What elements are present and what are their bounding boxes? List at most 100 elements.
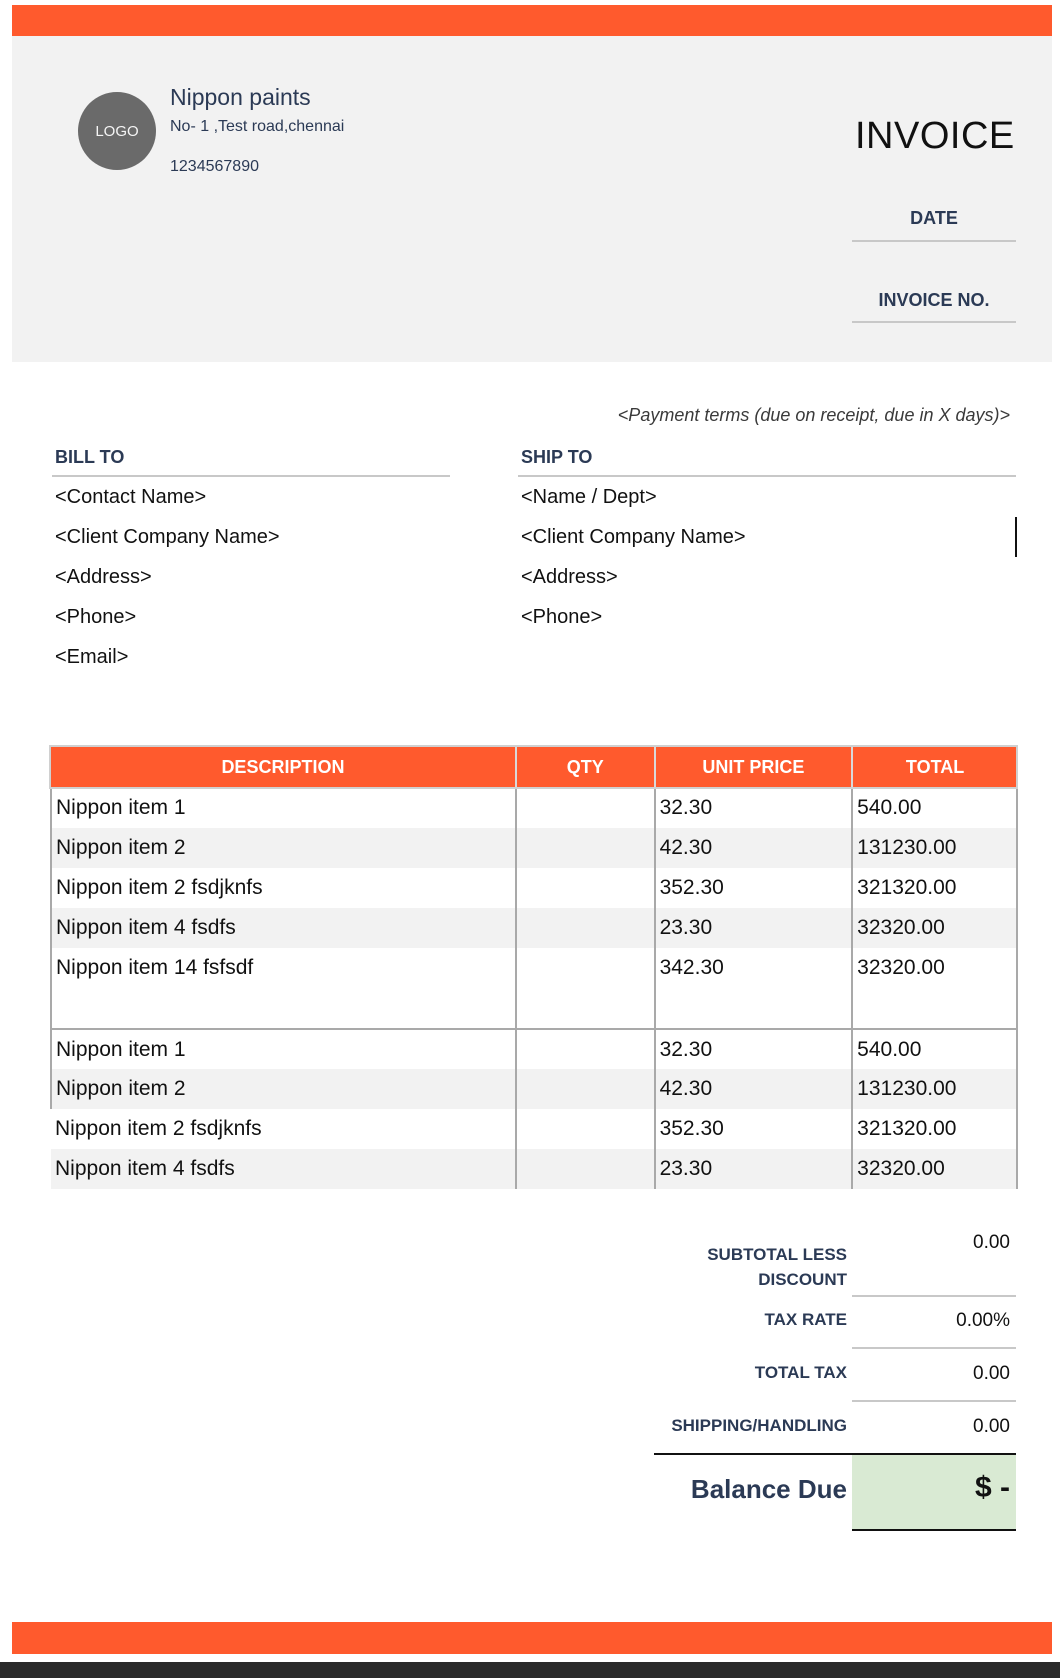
column-header-qty: QTY bbox=[514, 746, 655, 788]
table-row bbox=[50, 988, 1018, 1029]
cell-unit-price[interactable]: 32.30 bbox=[653, 1028, 853, 1069]
bill-to-email[interactable]: <Email> bbox=[55, 646, 128, 669]
cell-unit-price[interactable]: 23.30 bbox=[653, 908, 853, 948]
bill-to-phone[interactable]: <Phone> bbox=[55, 606, 136, 629]
ship-to-name[interactable]: <Name / Dept> bbox=[521, 486, 657, 509]
column-header-total: TOTAL bbox=[851, 746, 1017, 788]
cell-qty[interactable] bbox=[514, 828, 655, 868]
tax-rate-value[interactable]: 0.00% bbox=[956, 1310, 1010, 1332]
tax-rate-divider bbox=[852, 1347, 1016, 1349]
cell-unit-price[interactable]: 23.30 bbox=[653, 1149, 853, 1189]
cell-description[interactable]: Nippon item 4 fsdfs bbox=[51, 1149, 516, 1189]
cell-total[interactable]: 540.00 bbox=[851, 1028, 1018, 1069]
company-address[interactable]: No- 1 ,Test road,chennai bbox=[170, 118, 344, 136]
cell-qty[interactable] bbox=[514, 908, 655, 948]
cell-qty[interactable] bbox=[514, 1149, 655, 1189]
table-row: Nippon item 1 32.30 540.00 bbox=[50, 788, 1018, 828]
table-row: Nippon item 2 42.30 131230.00 bbox=[50, 828, 1018, 868]
cell-description[interactable] bbox=[50, 988, 516, 1029]
column-header-description: DESCRIPTION bbox=[51, 746, 516, 788]
table-row: Nippon item 2 fsdjknfs 352.30 321320.00 bbox=[50, 868, 1018, 908]
cell-total[interactable] bbox=[851, 988, 1018, 1029]
cell-total[interactable]: 32320.00 bbox=[851, 948, 1018, 988]
cell-description[interactable]: Nippon item 2 fsdjknfs bbox=[51, 1109, 516, 1149]
subtotal-divider bbox=[852, 1295, 1016, 1297]
table-header-row: DESCRIPTION QTY UNIT PRICE TOTAL bbox=[51, 746, 1017, 788]
subtotal-label: SUBTOTAL LESS DISCOUNT bbox=[707, 1242, 847, 1292]
bill-to-contact[interactable]: <Contact Name> bbox=[55, 486, 206, 509]
cell-total[interactable]: 321320.00 bbox=[851, 1109, 1018, 1149]
invoice-header-panel bbox=[12, 36, 1052, 362]
date-label: DATE bbox=[910, 208, 958, 228]
cell-total[interactable]: 321320.00 bbox=[851, 868, 1018, 908]
cell-total[interactable]: 32320.00 bbox=[851, 1149, 1018, 1189]
cell-description[interactable]: Nippon item 1 bbox=[50, 1028, 516, 1069]
invoice-no-field[interactable] bbox=[852, 321, 1016, 323]
cell-qty[interactable] bbox=[514, 868, 655, 908]
date-field[interactable] bbox=[852, 240, 1016, 242]
bill-to-heading: BILL TO bbox=[55, 447, 125, 467]
cell-unit-price[interactable]: 42.30 bbox=[653, 828, 853, 868]
ship-to-heading: SHIP TO bbox=[521, 447, 593, 467]
logo-label: LOGO bbox=[95, 122, 139, 140]
cell-description[interactable]: Nippon item 2 bbox=[50, 1069, 516, 1109]
cell-total[interactable]: 32320.00 bbox=[851, 908, 1018, 948]
cell-qty[interactable] bbox=[514, 1069, 655, 1109]
ship-to-divider bbox=[518, 475, 1016, 477]
bottom-dark-strip bbox=[0, 1662, 1060, 1678]
shipping-value[interactable]: 0.00 bbox=[973, 1416, 1010, 1438]
cell-qty[interactable] bbox=[514, 1028, 655, 1069]
table-row: Nippon item 4 fsdfs 23.30 32320.00 bbox=[51, 1149, 1018, 1189]
cell-description[interactable]: Nippon item 1 bbox=[50, 788, 516, 828]
shipping-label: SHIPPING/HANDLING bbox=[671, 1416, 847, 1435]
bill-to-address[interactable]: <Address> bbox=[55, 566, 152, 589]
top-accent-bar bbox=[12, 5, 1052, 36]
company-name[interactable]: Nippon paints bbox=[170, 84, 311, 111]
text-cursor bbox=[1015, 517, 1017, 557]
cell-qty[interactable] bbox=[514, 1109, 655, 1149]
ship-to-address[interactable]: <Address> bbox=[521, 566, 618, 589]
table-row: Nippon item 4 fsdfs 23.30 32320.00 bbox=[50, 908, 1018, 948]
ship-to-company[interactable]: <Client Company Name> bbox=[521, 526, 746, 549]
bottom-accent-bar bbox=[12, 1622, 1052, 1654]
cell-total[interactable]: 131230.00 bbox=[851, 828, 1018, 868]
cell-unit-price[interactable]: 342.30 bbox=[653, 948, 853, 988]
cell-unit-price[interactable]: 32.30 bbox=[653, 788, 853, 828]
table-row: Nippon item 2 fsdjknfs 352.30 321320.00 bbox=[51, 1109, 1018, 1149]
bill-to-company[interactable]: <Client Company Name> bbox=[55, 526, 280, 549]
company-phone[interactable]: 1234567890 bbox=[170, 158, 259, 176]
cell-total[interactable]: 131230.00 bbox=[851, 1069, 1018, 1109]
balance-underline bbox=[852, 1529, 1016, 1531]
total-tax-label: TOTAL TAX bbox=[754, 1363, 847, 1382]
subtotal-value[interactable]: 0.00 bbox=[973, 1232, 1010, 1254]
table-row: Nippon item 2 42.30 131230.00 bbox=[50, 1069, 1018, 1109]
cell-description[interactable]: Nippon item 2 bbox=[50, 828, 516, 868]
cell-unit-price[interactable] bbox=[653, 988, 853, 1029]
balance-due-label: Balance Due bbox=[690, 1474, 847, 1504]
column-header-unit-price: UNIT PRICE bbox=[653, 746, 853, 788]
bill-to-divider bbox=[52, 475, 450, 477]
cell-qty[interactable] bbox=[514, 788, 655, 828]
cell-unit-price[interactable]: 352.30 bbox=[653, 1109, 853, 1149]
total-tax-value[interactable]: 0.00 bbox=[973, 1363, 1010, 1385]
ship-to-phone[interactable]: <Phone> bbox=[521, 606, 602, 629]
cell-qty[interactable] bbox=[514, 948, 655, 988]
cell-unit-price[interactable]: 42.30 bbox=[653, 1069, 853, 1109]
company-logo: LOGO bbox=[78, 92, 156, 170]
tax-rate-label: TAX RATE bbox=[764, 1310, 847, 1329]
table-row: Nippon item 14 fsfsdf 342.30 32320.00 bbox=[50, 948, 1018, 988]
balance-due-value: $ - bbox=[974, 1471, 1010, 1504]
invoice-no-label: INVOICE NO. bbox=[878, 290, 990, 310]
total-tax-divider bbox=[852, 1400, 1016, 1402]
line-items-table: DESCRIPTION QTY UNIT PRICE TOTAL Nippon … bbox=[50, 746, 1018, 1189]
cell-unit-price[interactable]: 352.30 bbox=[653, 868, 853, 908]
cell-total[interactable]: 540.00 bbox=[851, 788, 1018, 828]
cell-description[interactable]: Nippon item 14 fsfsdf bbox=[50, 948, 516, 988]
invoice-title: INVOICE bbox=[855, 115, 1015, 157]
payment-terms[interactable]: <Payment terms (due on receipt, due in X… bbox=[618, 405, 1010, 426]
table-row: Nippon item 1 32.30 540.00 bbox=[50, 1028, 1018, 1069]
cell-description[interactable]: Nippon item 4 fsdfs bbox=[50, 908, 516, 948]
cell-qty[interactable] bbox=[514, 988, 655, 1029]
cell-description[interactable]: Nippon item 2 fsdjknfs bbox=[50, 868, 516, 908]
subtotal-label-line1: SUBTOTAL LESS bbox=[707, 1245, 847, 1264]
